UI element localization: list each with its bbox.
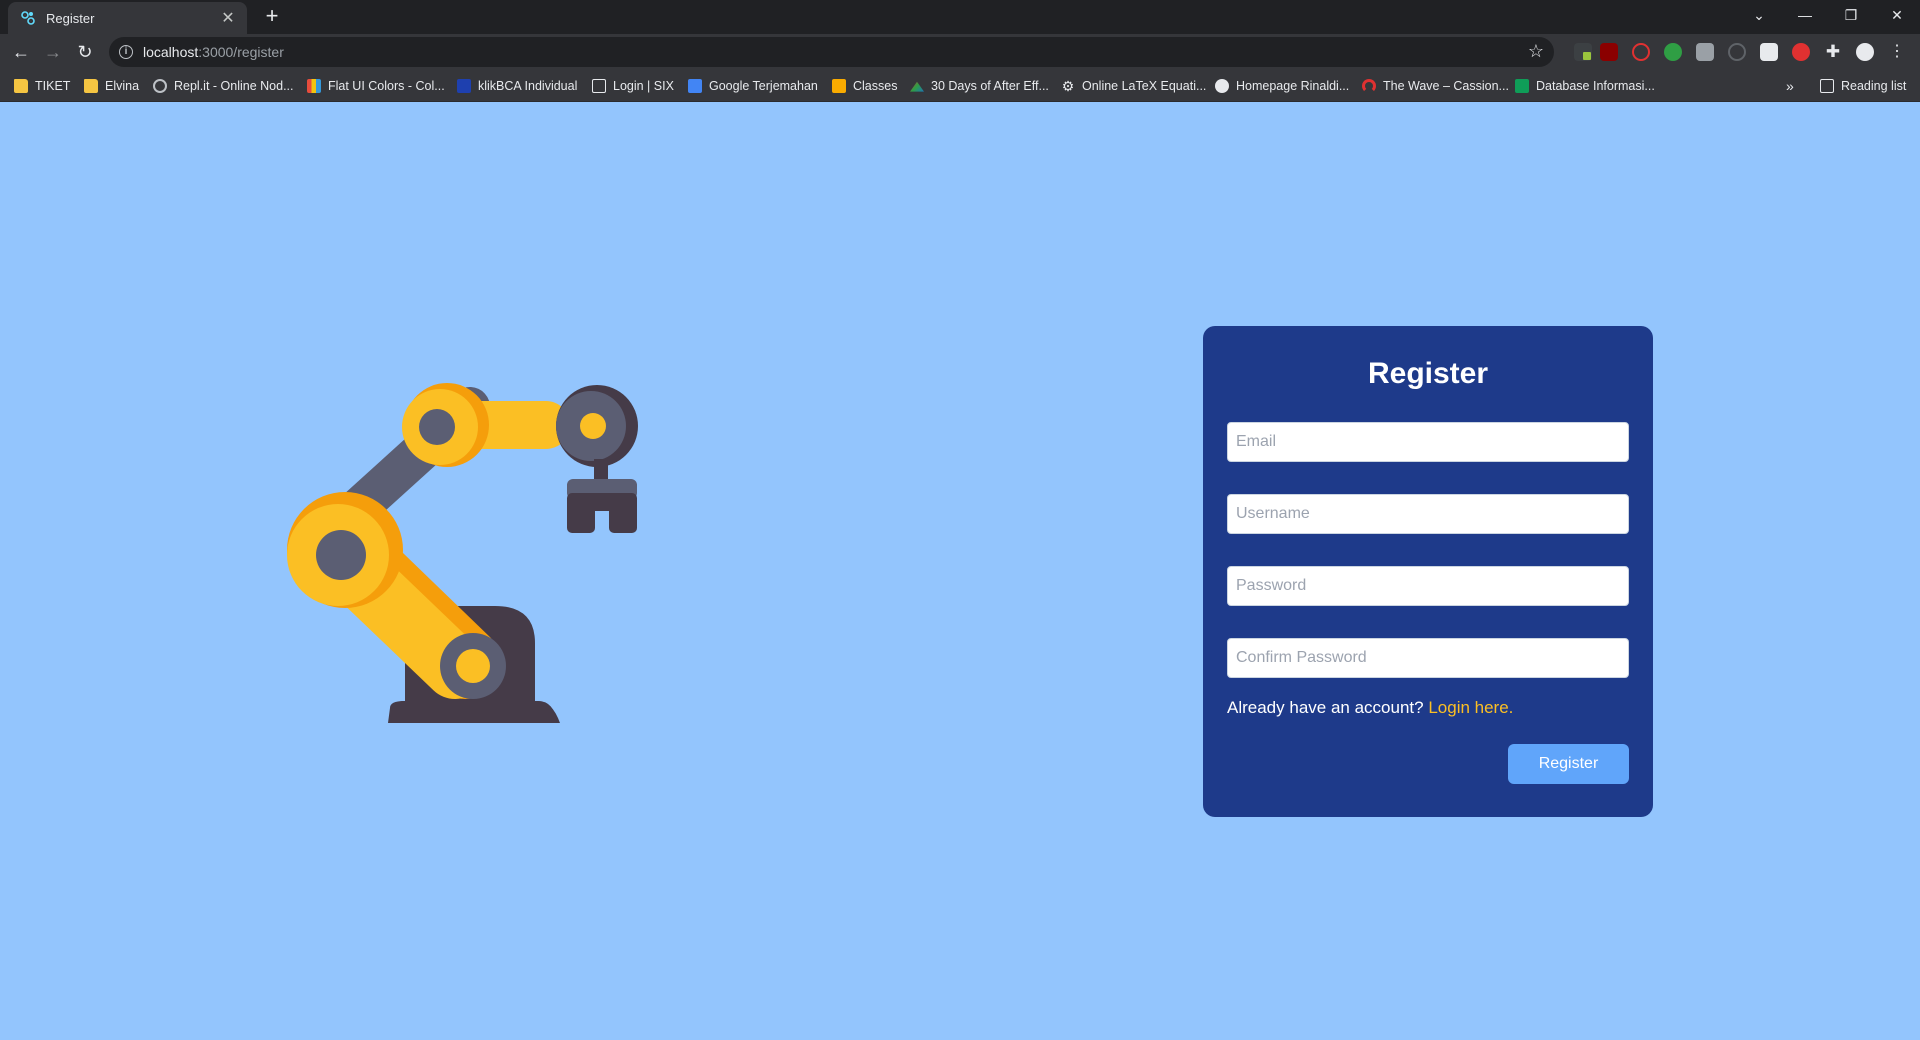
classroom-icon — [832, 79, 846, 93]
bookmark-label: Classes — [853, 79, 898, 93]
bookmark-label: Repl.it - Online Nod... — [174, 79, 294, 93]
register-button[interactable]: Register — [1508, 744, 1629, 784]
close-window-button[interactable]: ✕ — [1874, 0, 1920, 30]
bookmark-item[interactable]: Elvina — [84, 77, 139, 95]
bookmark-item[interactable]: 30 Days of After Eff... — [910, 77, 1049, 95]
wave-icon — [1362, 79, 1376, 93]
profile-avatar[interactable] — [1856, 43, 1874, 61]
more-bookmarks-icon[interactable]: » — [1786, 77, 1794, 95]
login-prompt-text: Already have an account? — [1227, 698, 1424, 717]
bookmark-item[interactable]: ⚙ Online LaTeX Equati... — [1061, 77, 1207, 95]
close-tab-icon[interactable]: ✕ — [219, 8, 237, 28]
back-button[interactable]: ← — [9, 40, 33, 64]
reload-button[interactable]: ↻ — [73, 40, 97, 64]
site-info-icon[interactable]: i — [119, 45, 133, 59]
address-bar[interactable]: i localhost:3000/register ☆ — [109, 37, 1554, 67]
ublock-icon[interactable] — [1600, 43, 1618, 61]
email-field[interactable] — [1227, 422, 1629, 462]
form-title: Register — [1367, 357, 1489, 390]
minimize-button[interactable]: — — [1782, 0, 1828, 30]
react-icon — [21, 11, 35, 25]
forward-button[interactable]: → — [41, 40, 65, 64]
ae-icon — [910, 81, 924, 92]
reading-list-label: Reading list — [1841, 79, 1907, 93]
new-tab-button[interactable]: + — [260, 5, 284, 29]
browser-toolbar: ← → ↻ i localhost:3000/register ☆ ✚ ⋮ — [0, 34, 1920, 70]
robot-arm-illustration — [287, 383, 638, 723]
register-card: Register Already have an account? Login … — [1203, 326, 1653, 817]
restore-button[interactable]: ❐ — [1828, 0, 1874, 30]
page-viewport: Register Already have an account? Login … — [0, 103, 1920, 1040]
bookmark-label: Elvina — [105, 79, 140, 93]
login-prompt: Already have an account? Login here. — [1227, 698, 1513, 718]
tab-register[interactable]: Register ✕ — [8, 2, 247, 34]
globe-icon — [1215, 79, 1229, 93]
extensions-puzzle-icon[interactable]: ✚ — [1824, 43, 1842, 61]
bookmark-label: Homepage Rinaldi... — [1236, 79, 1350, 93]
bookmark-item[interactable]: Flat UI Colors - Col... — [307, 77, 445, 95]
username-field[interactable] — [1227, 494, 1629, 534]
url-host: localhost — [143, 44, 199, 60]
bookmark-label: The Wave – Cassion... — [1383, 79, 1509, 93]
reading-list-icon — [1820, 79, 1834, 93]
bookmark-item[interactable]: Repl.it - Online Nod... — [153, 77, 294, 95]
extension-pen-icon[interactable] — [1574, 43, 1592, 61]
password-field[interactable] — [1227, 566, 1629, 606]
folder-icon — [14, 79, 28, 93]
bookmark-item[interactable]: klikBCA Individual — [457, 77, 577, 95]
folder-icon — [84, 79, 98, 93]
extension-doc-icon[interactable] — [1760, 43, 1778, 61]
bookmark-item[interactable]: Homepage Rinaldi... — [1215, 77, 1349, 95]
extension-red-icon[interactable] — [1792, 43, 1810, 61]
bookmark-label: klikBCA Individual — [478, 79, 578, 93]
translate-icon — [688, 79, 702, 93]
bookmark-label: Google Terjemahan — [709, 79, 818, 93]
menu-kebab-icon[interactable]: ⋮ — [1888, 43, 1906, 61]
reading-list-button[interactable]: Reading list — [1820, 77, 1906, 95]
login-link[interactable]: Login here. — [1428, 698, 1513, 717]
bookmark-label: Database Informasi... — [1536, 79, 1655, 93]
bookmark-item[interactable]: Google Terjemahan — [688, 77, 818, 95]
bookmark-label: Online LaTeX Equati... — [1082, 79, 1207, 93]
replit-icon — [153, 79, 167, 93]
camera-icon[interactable] — [1696, 43, 1714, 61]
opera-icon[interactable] — [1632, 43, 1650, 61]
bookmark-item[interactable]: Login | SIX — [592, 77, 674, 95]
confirm-password-field[interactable] — [1227, 638, 1629, 678]
bookmarks-bar: TIKET Elvina Repl.it - Online Nod... Fla… — [0, 70, 1920, 102]
url-path: :3000/register — [198, 44, 284, 60]
bookmark-label: 30 Days of After Eff... — [931, 79, 1049, 93]
tab-search-icon[interactable]: ⌄ — [1736, 0, 1782, 30]
bookmark-item[interactable]: Classes — [832, 77, 897, 95]
bookmark-item[interactable]: Database Informasi... — [1515, 77, 1655, 95]
bca-icon — [457, 79, 471, 93]
bookmark-star-icon[interactable]: ☆ — [1528, 41, 1544, 62]
tab-strip: Register ✕ + ⌄ — ❐ ✕ — [0, 0, 1920, 34]
gear-icon: ⚙ — [1061, 78, 1075, 94]
extension-leaf-icon[interactable] — [1664, 43, 1682, 61]
sheets-icon — [1515, 79, 1529, 93]
extension-circle-icon[interactable] — [1728, 43, 1746, 61]
six-icon — [592, 79, 606, 93]
bookmark-label: Login | SIX — [613, 79, 674, 93]
bookmark-item[interactable]: The Wave – Cassion... — [1362, 77, 1509, 95]
flatui-icon — [307, 79, 321, 93]
bookmark-item[interactable]: TIKET — [14, 77, 70, 95]
bookmark-label: Flat UI Colors - Col... — [328, 79, 445, 93]
tab-title: Register — [46, 10, 95, 26]
bookmark-label: TIKET — [35, 79, 71, 93]
